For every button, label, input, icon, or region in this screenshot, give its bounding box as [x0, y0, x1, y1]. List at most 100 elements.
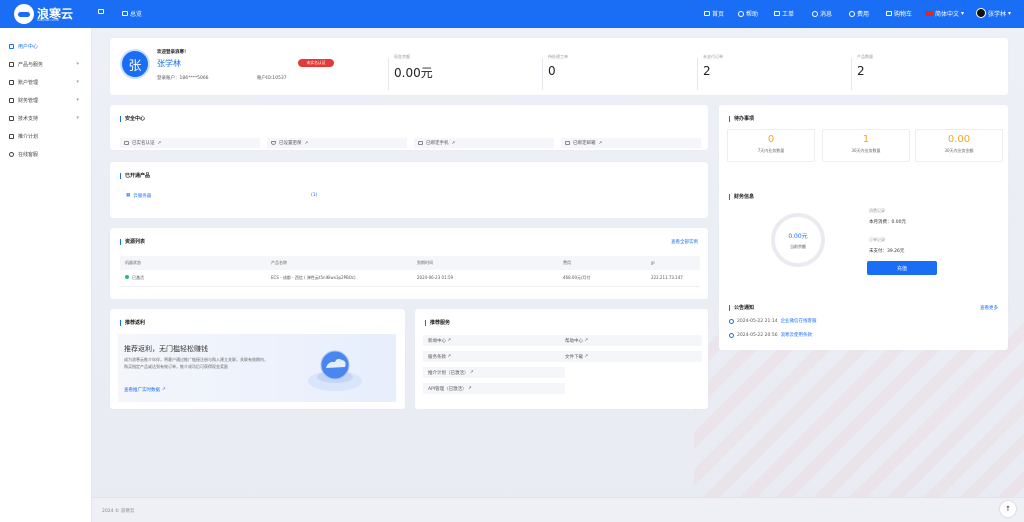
nav-billing[interactable]: 费用 — [849, 9, 869, 18]
sidebar-item-products[interactable]: 产品与服务 ▾ — [0, 55, 91, 73]
external-link-icon: ↗ — [304, 140, 309, 146]
card-title: 推荐返利 — [120, 320, 145, 326]
grid-icon: ▦ — [126, 193, 131, 198]
table-row[interactable]: 已激活 ECS - 成都 - 西信 ( 弹性云t5nl6lwx3p2PBOc) … — [120, 270, 700, 287]
user-menu[interactable]: 张学林 ▾ — [976, 8, 1011, 18]
external-link-icon: ↗ — [451, 140, 456, 146]
nav-cart-label: 购物车 — [894, 11, 913, 18]
column-header: 费用 — [558, 256, 646, 270]
recharge-button[interactable]: 充值 — [867, 261, 937, 275]
product-name-cell[interactable]: ECS - 成都 - 西信 ( 弹性云t5nl6lwx3p2PBOc) — [266, 270, 412, 287]
sidebar-item-support[interactable]: 技术支持 ▾ — [0, 109, 91, 127]
external-link-icon: ↗ — [466, 386, 472, 391]
todo-item[interactable]: 0.00 30天内业务金额 — [915, 129, 1003, 162]
unpaid-orders-value[interactable]: 2 — [703, 64, 711, 78]
clock-icon — [729, 318, 734, 324]
top-navigation-bar: 浪寒云 LANGHAN CLOUD 总览 首页 帮助 工单 消息 费用 购物车 … — [0, 0, 1024, 28]
sidebar-item-service[interactable]: 在线客服 — [0, 145, 91, 163]
column-header: 到期时间 — [412, 256, 558, 270]
card-title: 推荐服务 — [425, 320, 450, 326]
todo-label: 30天内业务金额 — [944, 148, 974, 153]
expire-cell: 2024-06-23 01:59 — [412, 270, 558, 287]
verification-badge[interactable]: 未实名认证 — [298, 59, 334, 67]
security-item-protection[interactable]: 已设置密保 ↗ — [267, 138, 407, 148]
logo-subtitle: LANGHAN CLOUD — [37, 19, 59, 22]
nav-ticket[interactable]: 工单 — [774, 9, 794, 18]
bell-icon — [9, 151, 14, 157]
nav-cart[interactable]: 购物车 — [886, 9, 912, 18]
chevron-down-icon: ▾ — [1008, 9, 1012, 17]
divider — [388, 58, 389, 90]
todo-item[interactable]: 1 30天内业务数量 — [822, 129, 910, 162]
account-id: 账户ID:10537 — [257, 76, 287, 81]
monitor-icon — [122, 11, 128, 16]
external-link-icon: ↗ — [598, 140, 603, 146]
service-item-api[interactable]: API管理（已激活） ↗ — [423, 383, 565, 394]
nav-home[interactable]: 首页 — [704, 9, 724, 18]
user-name: 张学林 — [988, 10, 1007, 18]
security-item-realname[interactable]: 已实名认证 ↗ — [120, 138, 260, 148]
bell-icon — [812, 10, 818, 17]
card-title: 公告通知 — [729, 305, 754, 311]
view-all-instances-link[interactable]: 查看全部实例 — [671, 239, 698, 245]
fee-cell: 468.00元/月付 — [558, 270, 646, 287]
rebate-link-label: 查看推广实时数据 — [124, 388, 160, 393]
nav-help[interactable]: 帮助 — [738, 9, 758, 18]
logo[interactable]: 浪寒云 LANGHAN CLOUD — [14, 4, 73, 24]
sidebar-item-referral[interactable]: 推介计划 — [0, 127, 91, 145]
view-more-notices-link[interactable]: 查看更多 — [980, 305, 998, 311]
todo-item[interactable]: 0 7天内业务数量 — [727, 129, 815, 162]
order-title: 订单记录 — [869, 237, 885, 242]
column-header: 机器状态 — [120, 256, 266, 270]
id-card-icon — [124, 141, 129, 145]
security-item-email[interactable]: 已绑定邮箱 ↗ — [561, 138, 701, 148]
stat-label: 未支付订单 — [703, 54, 723, 59]
column-header: 产品名称 — [266, 256, 412, 270]
home-icon — [704, 11, 710, 16]
notice-item[interactable]: 2024-05-22 21:14 企业微信在线客服 — [729, 318, 817, 324]
language-selector[interactable]: 简体中文 ▾ — [925, 9, 964, 18]
card-title: 安全中心 — [120, 116, 145, 122]
apps-menu-icon[interactable] — [98, 9, 104, 14]
rebate-data-link[interactable]: 查看推广实时数据 ↗ — [124, 387, 166, 393]
nav-ticket-label: 工单 — [782, 11, 795, 18]
footer: 2024 © 浪寒云 ↑ — [92, 497, 1024, 522]
chevron-down-icon: ▾ — [76, 115, 79, 121]
todo-value: 0 — [767, 134, 775, 145]
pending-tickets-value[interactable]: 0 — [548, 64, 556, 78]
security-item-phone[interactable]: 已绑定手机 ↗ — [414, 138, 554, 148]
security-item-label: 已绑定手机 — [426, 141, 449, 146]
opened-products-card: 已开通产品 ▦ 云服务器 (1) — [110, 162, 708, 218]
service-label: 帮助中心 — [565, 338, 583, 344]
sidebar-item-account[interactable]: 账户管理 ▾ — [0, 73, 91, 91]
arrow-up-icon: ↑ — [1005, 505, 1011, 513]
service-label: API管理（已激活） — [428, 386, 467, 392]
service-item-help[interactable]: 帮助中心 ↗ — [560, 335, 702, 346]
external-link-icon: ↗ — [583, 338, 589, 343]
service-label: 服务条款 — [428, 354, 446, 360]
service-item-news[interactable]: 新闻中心 ↗ — [423, 335, 565, 346]
profile-card: 张 欢迎登录浪寒！ 张学林 登录账户：186****5066 账户ID:1053… — [110, 38, 1008, 95]
nav-message[interactable]: 消息 — [812, 9, 832, 18]
notice-item[interactable]: 2024-05-22 20:56 浪寒云使用条款 — [729, 332, 812, 338]
divider — [697, 58, 698, 90]
sidebar-item-user-center[interactable]: 用户中心 — [0, 37, 91, 55]
finance-card: 财务信息 0.00元 当前余额 消费记录 本月消费：0.00元 订单记录 未支付… — [719, 183, 1008, 310]
console-link[interactable]: 总览 — [122, 9, 142, 18]
sidebar-item-finance[interactable]: 财务管理 ▾ — [0, 91, 91, 109]
chevron-down-icon: ▾ — [76, 97, 79, 103]
product-cloud-server-link[interactable]: ▦ 云服务器 — [126, 193, 151, 199]
user-icon — [9, 79, 14, 85]
service-item-download[interactable]: 文件下载 ↗ — [560, 351, 702, 362]
service-item-referral[interactable]: 推介计划（已激活） ↗ — [423, 367, 565, 378]
balance-gauge: 0.00元 当前余额 — [771, 213, 825, 267]
todo-label: 30天内业务数量 — [851, 148, 881, 153]
service-item-terms[interactable]: 服务条款 ↗ — [423, 351, 565, 362]
product-count-value[interactable]: 2 — [857, 64, 865, 78]
product-count: (1) — [311, 193, 318, 198]
chevron-down-icon: ▾ — [961, 10, 965, 17]
back-to-top-button[interactable]: ↑ — [1000, 501, 1016, 517]
consume-title: 消费记录 — [869, 208, 885, 213]
notice-title: 浪寒云使用条款 — [780, 333, 813, 338]
external-link-icon: ↗ — [162, 387, 166, 392]
